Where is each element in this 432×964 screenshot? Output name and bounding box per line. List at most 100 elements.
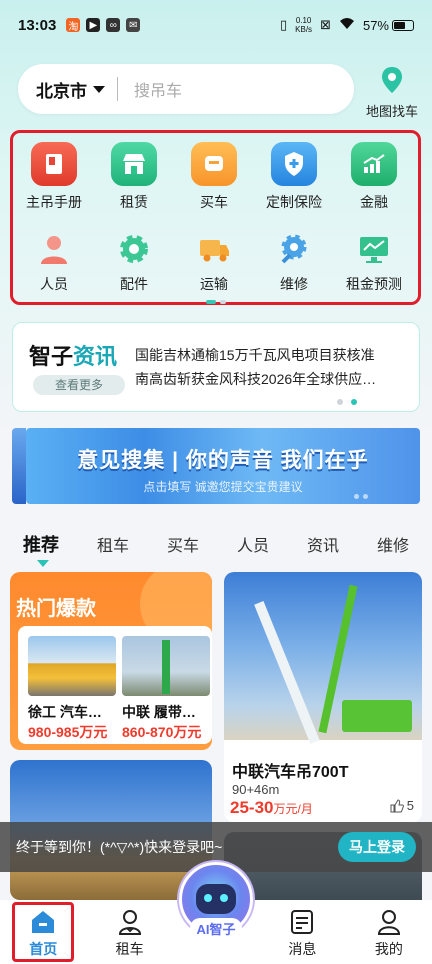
network-speed-unit: KB/s [295,25,313,34]
news-logo-part1: 智子 [29,344,74,369]
store-icon [111,142,157,186]
grid-label: 配件 [120,276,148,292]
listing-price: 25-30万元/月 [230,798,313,818]
news-card[interactable]: 智子资讯 查看更多 国能吉林通榆15万千瓦风电项目获核准 南高齿斩获金风科技20… [12,322,420,412]
vibrate-icon: ▯ [280,17,288,32]
feedback-banner[interactable]: 意见搜集 | 你的声音 我们在乎 点击填写 诚邀您提交宝贵建议 [26,428,420,504]
caret-down-icon [93,85,105,93]
news-more-button[interactable]: 查看更多 [33,375,125,395]
wrench-gear-icon [274,230,314,268]
truck-icon [194,230,234,268]
tab-rent[interactable]: 租车 [97,532,129,556]
city-selector[interactable]: 北京市 [36,77,105,102]
grid-item-buy[interactable]: 买车 [174,142,254,212]
news-headline[interactable]: 南高齿斩获金风科技2026年全球供应… [135,367,409,391]
hot-items-list: 徐工 汽车… 中联 履带… 980-985万元 860-870万元 [18,626,212,744]
grid-label: 主吊手册 [26,194,82,210]
shield-icon [271,142,317,186]
city-label: 北京市 [36,81,87,101]
search-divider [117,77,118,101]
map-find-label: 地图找车 [365,104,418,119]
tab-repair[interactable]: 维修 [377,532,409,556]
grid-label: 租赁 [120,194,148,210]
grid-label: 定制保险 [266,194,322,210]
grid-label: 金融 [360,194,388,210]
news-logo-part2: 资讯 [73,344,118,369]
nav-home-highlight-frame [12,902,74,962]
grid-label: 维修 [280,276,308,292]
notification-mail-icon: ✉ [126,18,141,32]
crane-truck [342,700,412,732]
login-button[interactable]: 马上登录 [338,832,416,862]
hot-item-image[interactable] [28,636,116,696]
people-icon [34,230,74,268]
grid-label: 买车 [200,194,228,210]
notification-app-icon: 淘 [66,18,81,33]
book-icon [31,142,77,186]
like-button[interactable]: 5 [390,798,414,813]
map-find-button[interactable]: 地图找车 [360,66,424,120]
banner-prev-peek [12,428,26,504]
function-grid: 主吊手册 租赁 买车 定制保险 金融 人员 配件 运输 维修 租金预测 [14,142,414,294]
news-headline[interactable]: 国能吉林通榆15万千瓦风电项目获核准 [135,343,409,367]
listing-spec: 90+46m [232,782,280,797]
hot-item-name[interactable]: 中联 履带… [122,702,210,722]
thumbs-up-icon [390,798,404,812]
hot-item-name[interactable]: 徐工 汽车… [28,702,116,722]
banner-page-indicator [354,494,368,499]
banner-title: 意见搜集 | 你的声音 我们在乎 [77,449,369,472]
grid-item-insurance[interactable]: 定制保险 [254,142,334,212]
user-icon [377,910,400,935]
battery-percent: 57% [362,17,389,33]
status-bar: 13:03 淘 ▶ ∞ ✉ ▯ 0.10 KB/s ⊠ 57% [0,0,432,50]
grid-item-rent-forecast[interactable]: 租金预测 [334,230,414,294]
hot-item-price: 860-870万元 [122,724,202,740]
nav-mine[interactable]: 我的 [346,900,432,964]
listing-price-unit: 万元/月 [273,802,313,816]
sim-icon: ⊠ [320,17,331,32]
tab-personnel[interactable]: 人员 [237,532,269,556]
grid-item-personnel[interactable]: 人员 [14,230,94,294]
grid-item-parts[interactable]: 配件 [94,230,174,294]
nav-mine-label: 我的 [374,941,403,957]
battery-icon [392,19,414,31]
ai-assistant-button[interactable]: AI智子 [176,862,256,954]
status-time: 13:03 [18,16,57,34]
grid-item-transport[interactable]: 运输 [174,230,254,294]
tab-recommend[interactable]: 推荐 [23,531,59,567]
nav-messages[interactable]: 消息 [259,900,345,964]
network-speed: 0.10 KB/s [295,16,312,34]
grid-item-rent[interactable]: 租赁 [94,142,174,212]
grid-label: 人员 [40,276,68,292]
hot-item-price: 980-985万元 [28,724,108,740]
grid-label: 租金预测 [346,276,402,292]
grid-item-repair[interactable]: 维修 [254,230,334,294]
chart-icon [351,142,397,186]
hot-items-card[interactable]: 热门爆款 徐工 汽车… 中联 履带… 980-985万元 860-870万元 [10,572,212,750]
grid-label: 运输 [200,276,228,292]
crane-listing-card[interactable]: 中联汽车吊700T 90+46m 25-30万元/月 5 [224,572,422,822]
login-prompt-text: 终于等到你！(*^▽^*)快来登录吧~ [16,839,223,855]
notification-link-icon: ∞ [106,18,121,32]
nav-rent[interactable]: 租车 [86,900,172,964]
tab-news[interactable]: 资讯 [307,532,339,556]
banner-subtitle: 点击填写 诚邀您提交宝贵建议 [143,480,303,494]
news-list: 国能吉林通榆15万千瓦风电项目获核准 南高齿斩获金风科技2026年全球供应… [135,343,409,391]
hot-item-image[interactable] [122,636,210,696]
wifi-icon [339,17,355,33]
search-input[interactable]: 搜吊车 [134,77,182,101]
search-bar[interactable]: 北京市 搜吊车 [18,64,354,114]
notification-video-icon: ▶ [86,18,101,32]
car-icon [191,142,237,186]
person-icon [118,910,141,935]
grid-item-manual[interactable]: 主吊手册 [14,142,94,212]
grid-page-indicator [206,300,226,304]
listing-title: 中联汽车吊700T [232,764,349,781]
grid-item-finance[interactable]: 金融 [334,142,414,212]
hot-items-title: 热门爆款 [16,598,96,620]
like-count: 5 [406,798,414,813]
wind-turbine-mast [254,601,320,744]
tab-buy[interactable]: 买车 [167,532,199,556]
ai-assistant-label: AI智子 [190,918,242,939]
listing-price-value: 25-30 [230,798,274,817]
